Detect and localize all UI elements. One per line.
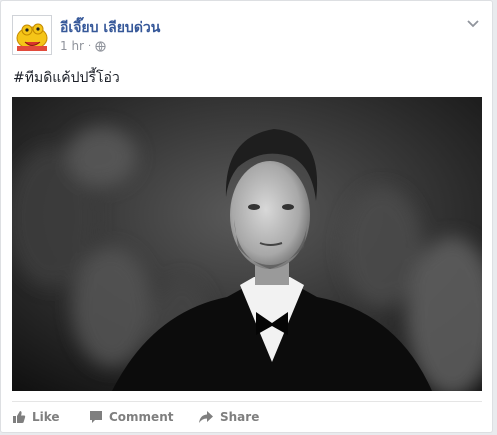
post-card: อีเจี๊ยบ เลียบด่วน 1 hr · #ทีมดิแค้ปปรี้…	[0, 0, 493, 433]
post-meta: 1 hr ·	[60, 39, 106, 53]
author-name[interactable]: อีเจี๊ยบ เลียบด่วน	[60, 17, 160, 39]
share-label: Share	[220, 410, 260, 424]
thumbs-up-icon	[13, 411, 26, 423]
like-button[interactable]: Like	[12, 410, 60, 424]
post-text: #ทีมดิแค้ปปรี้โอ่ว	[13, 70, 120, 86]
post-photo[interactable]	[12, 97, 482, 391]
like-label: Like	[32, 410, 60, 424]
meta-separator: ·	[88, 40, 92, 52]
globe-icon	[95, 40, 106, 52]
comment-label: Comment	[109, 410, 174, 424]
post-header: อีเจี๊ยบ เลียบด่วน 1 hr ·	[12, 13, 482, 57]
post-timestamp[interactable]: 1 hr	[60, 39, 84, 53]
post-actions: Like Comment Share	[12, 401, 482, 432]
share-button[interactable]: Share	[198, 410, 259, 424]
share-arrow-icon	[199, 411, 213, 423]
comment-bubble-icon	[90, 411, 102, 423]
comment-button[interactable]: Comment	[89, 410, 173, 424]
author-avatar[interactable]	[12, 15, 52, 55]
chevron-down-icon[interactable]	[466, 19, 480, 29]
